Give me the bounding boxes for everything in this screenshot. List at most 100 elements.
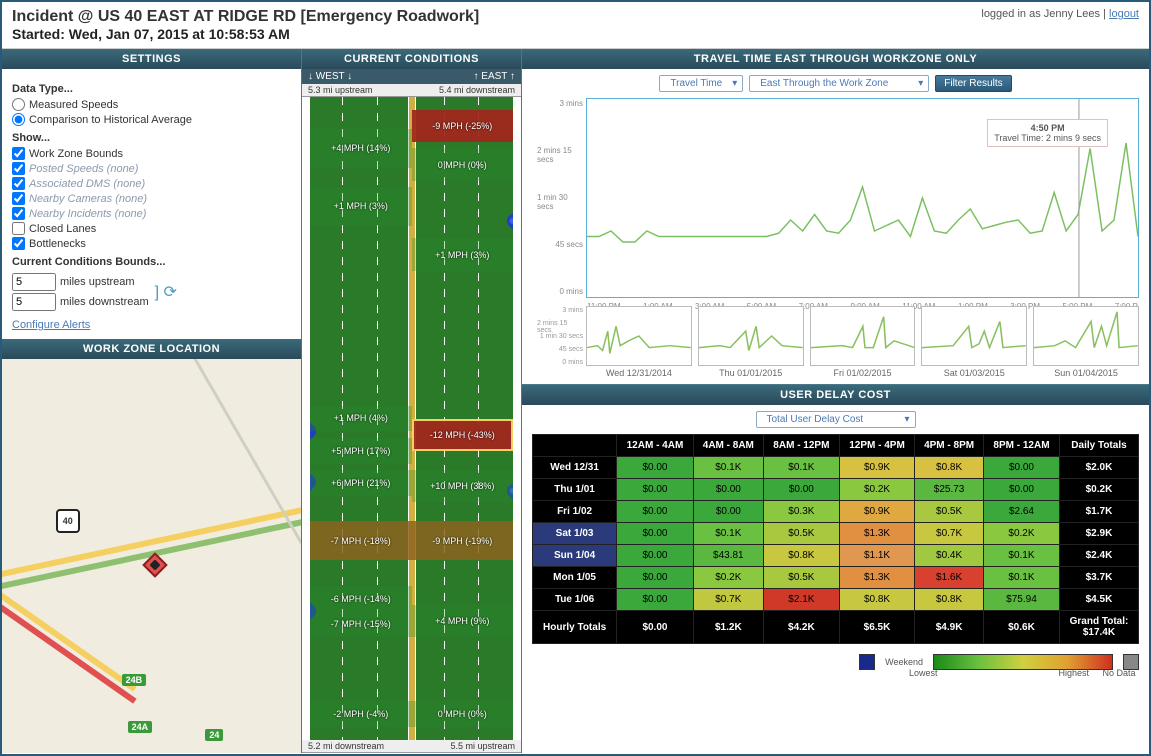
road-segment[interactable]: -2 MPH (-4%) <box>310 701 412 727</box>
metric-dropdown[interactable]: Travel Time <box>659 75 743 92</box>
radio-comparison[interactable]: Comparison to Historical Average <box>12 113 291 126</box>
delay-cell[interactable]: $0.5K <box>763 567 839 589</box>
delay-cell[interactable]: $0.2K <box>839 479 914 501</box>
delay-cell[interactable]: $1.6K <box>915 567 984 589</box>
delay-cell[interactable]: $0.9K <box>839 501 914 523</box>
delay-cell[interactable]: $0.00 <box>693 501 763 523</box>
road-segment[interactable]: -12 MPH (-43%) <box>412 419 514 451</box>
mini-chart[interactable] <box>698 306 804 366</box>
delay-cell[interactable]: $0.00 <box>617 523 694 545</box>
table-row-header: Sun 1/04 <box>533 545 617 567</box>
road-segment[interactable]: +1 MPH (4%) <box>310 406 412 432</box>
road-segment[interactable]: -9 MPH (-19%) <box>412 521 514 560</box>
delay-cell[interactable]: $0.2K <box>984 523 1060 545</box>
chk-cameras[interactable]: Nearby Cameras (none) <box>12 192 291 205</box>
delay-metric-dropdown[interactable]: Total User Delay Cost <box>756 411 916 428</box>
road-segment[interactable]: -7 MPH (-18%) <box>310 521 412 560</box>
chk-dms[interactable]: Associated DMS (none) <box>12 177 291 190</box>
delay-cell[interactable]: $0.1K <box>763 457 839 479</box>
mini-chart[interactable] <box>921 306 1027 366</box>
delay-cell[interactable]: $0.5K <box>915 501 984 523</box>
table-row-header: Sat 1/03 <box>533 523 617 545</box>
delay-cell[interactable]: $0.00 <box>617 545 694 567</box>
chk-closed[interactable]: Closed Lanes <box>12 222 291 235</box>
road-segment[interactable]: +10 MPH (38%) <box>412 470 514 502</box>
downstream-input[interactable] <box>12 293 56 311</box>
camera-pin-icon[interactable] <box>504 211 515 235</box>
delay-cell[interactable]: $0.8K <box>763 545 839 567</box>
road-segment[interactable]: +1 MPH (3%) <box>310 187 412 226</box>
delay-cell[interactable]: $1.1K <box>839 545 914 567</box>
delay-cell[interactable]: $0.00 <box>693 479 763 501</box>
delay-cell[interactable]: $0.00 <box>617 479 694 501</box>
table-row-header: Mon 1/05 <box>533 567 617 589</box>
delay-cell[interactable]: $25.73 <box>915 479 984 501</box>
logout-link[interactable]: logout <box>1109 8 1139 20</box>
settings-panel: Data Type... Measured Speeds Comparison … <box>2 69 301 339</box>
road-segment[interactable]: 0 MPH (0%) <box>412 701 514 727</box>
sync-icon[interactable]: ] ⟳ <box>155 282 177 302</box>
delay-cell[interactable]: $0.00 <box>984 457 1060 479</box>
delay-cell[interactable]: $0.8K <box>839 589 914 611</box>
mini-chart-label: Sat 01/03/2015 <box>921 368 1027 378</box>
chk-workzone[interactable]: Work Zone Bounds <box>12 147 291 160</box>
delay-cell[interactable]: $0.7K <box>693 589 763 611</box>
delay-cell[interactable]: $0.00 <box>617 501 694 523</box>
road-segment[interactable]: 0 MPH (0%) <box>412 148 514 180</box>
road-segment[interactable]: +4 MPH (14%) <box>310 129 412 168</box>
road-segment[interactable]: +6 MPH (21%) <box>310 470 412 496</box>
mini-chart[interactable]: 3 mins2 mins 15 secs1 min 30 secs45 secs… <box>586 306 692 366</box>
delay-cell[interactable]: $0.8K <box>915 589 984 611</box>
table-row-header: Wed 12/31 <box>533 457 617 479</box>
mini-chart[interactable] <box>1033 306 1139 366</box>
radio-measured[interactable]: Measured Speeds <box>12 98 291 111</box>
delay-cell[interactable]: $0.00 <box>617 457 694 479</box>
delay-cell[interactable]: $75.94 <box>984 589 1060 611</box>
delay-cell[interactable]: $0.2K <box>693 567 763 589</box>
chk-posted[interactable]: Posted Speeds (none) <box>12 162 291 175</box>
delay-cell[interactable]: $0.00 <box>617 567 694 589</box>
road-segment[interactable]: -6 MPH (-14%) <box>310 586 412 612</box>
downstream-label: miles downstream <box>60 296 149 308</box>
delay-cell[interactable]: $43.81 <box>693 545 763 567</box>
delay-cell[interactable]: $2.64 <box>984 501 1060 523</box>
road-segments[interactable]: +4 MPH (14%) +1 MPH (3%) +1 MPH (4%) +5 MPH… <box>308 97 515 740</box>
table-row-header: Tue 1/06 <box>533 589 617 611</box>
delay-cell[interactable]: $0.4K <box>915 545 984 567</box>
upstream-input[interactable] <box>12 273 56 291</box>
delay-cell[interactable]: $0.8K <box>915 457 984 479</box>
delay-cell[interactable]: $0.1K <box>693 457 763 479</box>
road-segment[interactable]: +5 MPH (17%) <box>310 438 412 464</box>
workzone-title: WORK ZONE LOCATION <box>2 339 301 359</box>
incident-start: Started: Wed, Jan 07, 2015 at 10:58:53 A… <box>12 26 479 42</box>
delay-cell[interactable]: $0.7K <box>915 523 984 545</box>
delay-cell[interactable]: $2.1K <box>763 589 839 611</box>
delay-cell[interactable]: $0.00 <box>984 479 1060 501</box>
delay-cell[interactable]: $0.1K <box>984 545 1060 567</box>
delay-cell[interactable]: $0.00 <box>617 589 694 611</box>
delay-cell[interactable]: $1.3K <box>839 523 914 545</box>
delay-cell[interactable]: $0.3K <box>763 501 839 523</box>
exit-24b: 24B <box>122 674 147 686</box>
conditions-title: CURRENT CONDITIONS <box>302 49 521 69</box>
configure-alerts-link[interactable]: Configure Alerts <box>12 319 90 331</box>
route-shield: 40 <box>56 509 80 533</box>
delay-cell[interactable]: $0.9K <box>839 457 914 479</box>
delay-cell[interactable]: $0.00 <box>763 479 839 501</box>
table-row-header: Thu 1/01 <box>533 479 617 501</box>
chk-incidents[interactable]: Nearby Incidents (none) <box>12 207 291 220</box>
road-segment[interactable]: +1 MPH (3%) <box>412 238 514 270</box>
road-segment[interactable]: -9 MPH (-25%) <box>412 110 514 142</box>
delay-cell[interactable]: $0.5K <box>763 523 839 545</box>
road-segment[interactable]: +4 MPH (9%) <box>412 605 514 637</box>
chk-bottlenecks[interactable]: Bottlenecks <box>12 237 291 250</box>
delay-cell[interactable]: $1.3K <box>839 567 914 589</box>
workzone-map[interactable]: 40 24B 24A 24 <box>2 359 301 753</box>
road-segment[interactable]: -7 MPH (-15%) <box>310 611 412 637</box>
direction-dropdown[interactable]: East Through the Work Zone <box>749 75 929 92</box>
delay-cell[interactable]: $0.1K <box>984 567 1060 589</box>
mini-chart[interactable] <box>810 306 916 366</box>
travel-time-chart[interactable]: 3 mins2 mins 15 secs1 min 30 secs45 secs… <box>586 98 1139 298</box>
filter-results-button[interactable]: Filter Results <box>935 75 1011 92</box>
delay-cell[interactable]: $0.1K <box>693 523 763 545</box>
